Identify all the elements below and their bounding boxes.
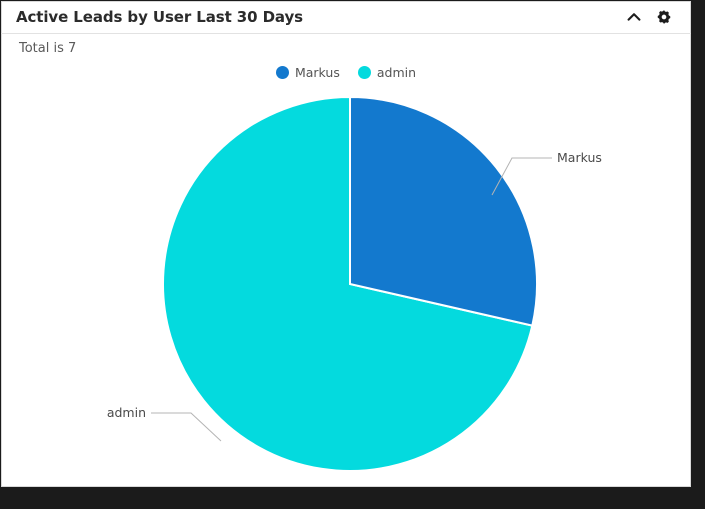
page-title: Active Leads by User Last 30 Days	[16, 8, 303, 26]
dashlet-card: Active Leads by User Last 30 Days Total …	[1, 1, 691, 487]
callout-label-markus: Markus	[557, 150, 602, 165]
chevron-up-icon[interactable]	[625, 8, 643, 26]
pie-slice-markus[interactable]	[349, 95, 538, 327]
pie-chart-svg: Markus admin	[107, 95, 602, 472]
callout-line-admin	[151, 412, 222, 442]
pie-chart-area: Markus admin	[1, 34, 691, 487]
gear-icon[interactable]	[655, 8, 673, 26]
panel-outer-frame: Active Leads by User Last 30 Days Total …	[0, 0, 705, 509]
panel-header: Active Leads by User Last 30 Days	[1, 1, 691, 34]
callout-label-admin: admin	[107, 405, 146, 420]
